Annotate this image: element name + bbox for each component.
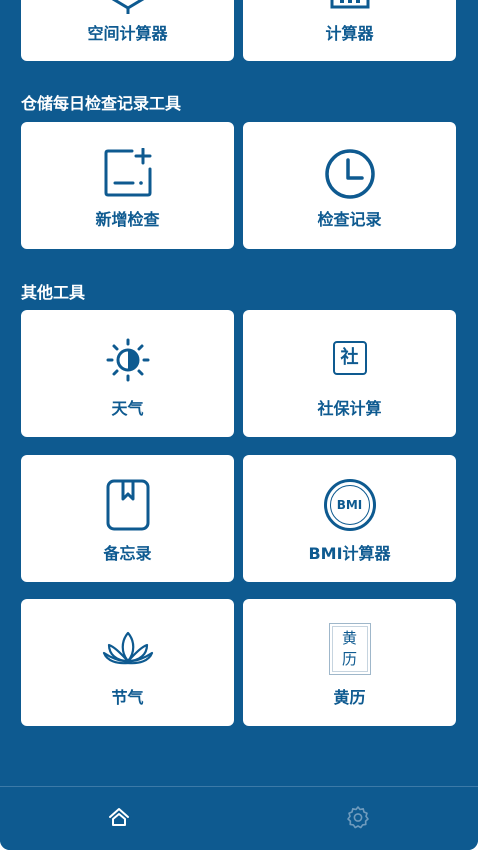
bmi-calculator-label: BMI计算器: [308, 544, 391, 563]
home-tab[interactable]: [104, 802, 134, 832]
memo-card[interactable]: 备忘录: [21, 455, 234, 582]
bmi-icon: BMI: [323, 479, 376, 531]
other-section-title: 其他工具: [21, 283, 86, 302]
weather-card[interactable]: 天气: [21, 310, 234, 437]
calculator-icon: [330, 0, 369, 9]
solar-terms-card[interactable]: 节气: [21, 599, 234, 726]
bookmark-book-icon: [106, 479, 149, 531]
brightness-icon: [106, 338, 149, 382]
social-security-label: 社保计算: [317, 399, 382, 418]
almanac-icon-bottom: 历: [341, 650, 357, 668]
cube-icon: [111, 0, 144, 14]
bmi-calculator-card[interactable]: BMI BMI计算器: [243, 455, 456, 582]
social-security-icon: 社: [332, 341, 367, 375]
almanac-card[interactable]: 黄 历 黄历: [243, 599, 456, 726]
space-calculator-label: 空间计算器: [87, 24, 168, 43]
calculator-label: 计算器: [325, 24, 374, 43]
app-screen: 空间计算器 计算器 仓储每日检查记录工具 新增检查 检查记录 其他工具 天气 社…: [0, 0, 478, 850]
social-security-icon-char: 社: [340, 347, 359, 368]
add-note-icon: [104, 148, 151, 197]
bmi-icon-text: BMI: [336, 498, 363, 512]
almanac-icon-top: 黄: [341, 629, 357, 647]
bottom-nav-bar: [0, 786, 478, 850]
new-check-card[interactable]: 新增检查: [21, 122, 234, 249]
almanac-label: 黄历: [333, 688, 366, 707]
weather-label: 天气: [111, 399, 144, 418]
social-security-card[interactable]: 社 社保计算: [243, 310, 456, 437]
gear-icon: [347, 806, 369, 829]
warehouse-section-title: 仓储每日检查记录工具: [21, 94, 182, 113]
memo-label: 备忘录: [103, 544, 152, 563]
space-calculator-card[interactable]: 空间计算器: [21, 0, 234, 61]
settings-tab[interactable]: [343, 802, 373, 832]
clock-icon: [324, 149, 375, 199]
check-records-label: 检查记录: [317, 210, 382, 229]
almanac-icon: 黄 历: [328, 623, 371, 675]
bmi-icon-inner: BMI: [329, 485, 370, 525]
new-check-label: 新增检查: [95, 210, 160, 229]
calculator-card[interactable]: 计算器: [243, 0, 456, 61]
lotus-icon: [102, 631, 153, 665]
solar-terms-label: 节气: [111, 688, 144, 707]
home-icon: [109, 808, 129, 826]
check-records-card[interactable]: 检查记录: [243, 122, 456, 249]
